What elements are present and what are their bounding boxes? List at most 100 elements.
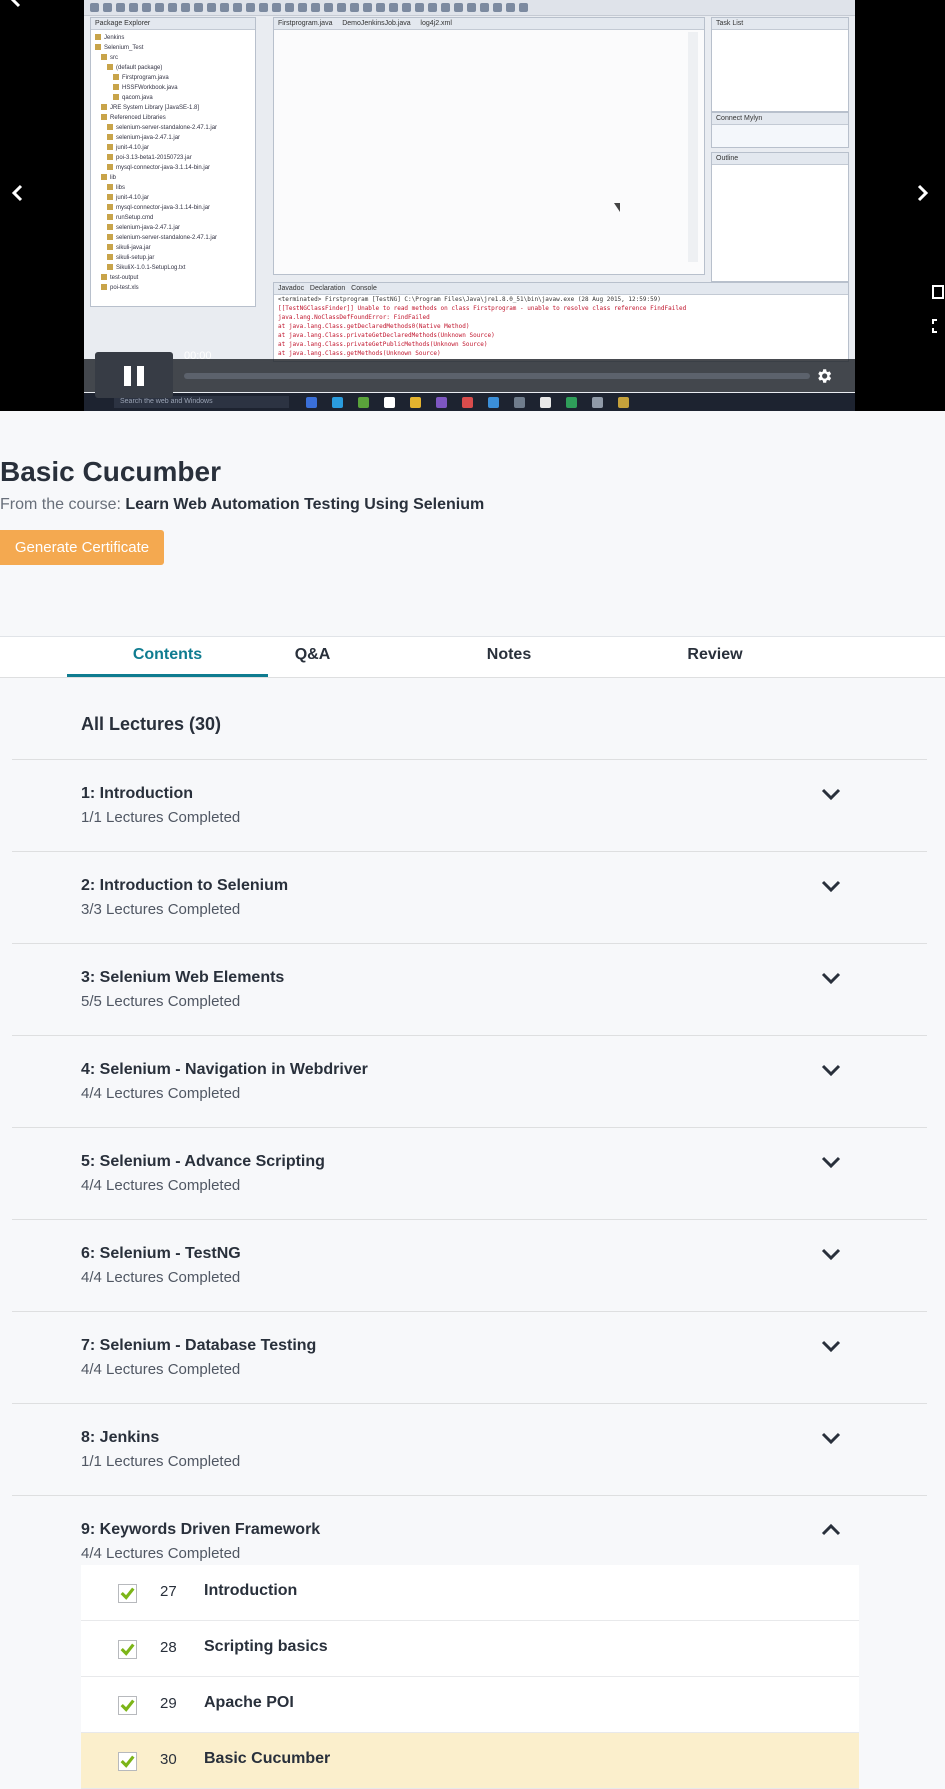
project-tree-item: (default package) (107, 64, 162, 72)
taskbar-app-icon (358, 397, 369, 408)
project-tree-label: libs (116, 185, 126, 191)
completed-checkbox[interactable] (118, 1640, 137, 1659)
section-progress: 4/4 Lectures Completed (81, 1269, 241, 1286)
tab-qa[interactable]: Q&A (268, 637, 357, 677)
tab-notes[interactable]: Notes (457, 637, 561, 677)
video-player[interactable]: Package Explorer Jenkins Selenium_Test src… (0, 0, 945, 411)
section-item[interactable]: 5: Selenium - Advance Scripting 4/4 Lect… (12, 1127, 927, 1219)
lecture-title: Scripting basics (204, 1638, 328, 1655)
toolbar-icon (259, 3, 268, 12)
chevron-down-icon[interactable] (820, 1246, 842, 1262)
section-item[interactable]: 8: Jenkins 1/1 Lectures Completed (12, 1403, 927, 1495)
toolbar-icon (181, 3, 190, 12)
previous-lecture-arrow-icon[interactable] (8, 182, 28, 204)
toolbar-icon (467, 3, 476, 12)
file-icon (107, 234, 113, 240)
section-item[interactable]: 7: Selenium - Database Testing 4/4 Lectu… (12, 1311, 927, 1403)
back-arrow-icon[interactable] (6, 0, 26, 8)
chevron-up-icon[interactable] (820, 1522, 842, 1538)
project-tree-item: poi-3.13-beta1-20150723.jar (107, 154, 192, 162)
console-line: at java.lang.Class.privateGetDeclaredMet… (278, 332, 495, 339)
chevron-down-icon[interactable] (820, 1062, 842, 1078)
package-explorer-panel: Package Explorer Jenkins Selenium_Test src… (90, 17, 256, 307)
section-item[interactable]: 6: Selenium - TestNG 4/4 Lectures Comple… (12, 1219, 927, 1311)
toolbar-icon (298, 3, 307, 12)
file-icon (107, 154, 113, 160)
checkmark-icon (120, 1755, 135, 1768)
chevron-down-icon[interactable] (820, 786, 842, 802)
chevron-down-icon[interactable] (820, 970, 842, 986)
toolbar-icon (285, 3, 294, 12)
section-title: 2: Introduction to Selenium (81, 877, 289, 894)
settings-gear-icon[interactable] (815, 367, 833, 385)
section-title: 7: Selenium - Database Testing (81, 1337, 317, 1354)
file-icon (101, 54, 107, 60)
lecture-item[interactable]: 27 Introduction (81, 1565, 859, 1621)
editor-panel: Firstprogram.java DemoJenkinsJob.java lo… (273, 17, 705, 275)
console-output: <terminated> Firstprogram [TestNG] C:\Pr… (274, 295, 848, 358)
lecture-item[interactable]: 29 Apache POI (81, 1677, 859, 1733)
section-item[interactable]: 3: Selenium Web Elements 5/5 Lectures Co… (12, 943, 927, 1035)
next-lecture-arrow-icon[interactable] (912, 182, 932, 204)
lecture-item[interactable]: 28 Scripting basics (81, 1621, 859, 1677)
taskbar-app-icon (306, 397, 317, 408)
file-icon (107, 194, 113, 200)
windows-taskbar: Search the web and Windows (84, 393, 855, 411)
project-tree-item: Firstprogram.java (113, 74, 169, 82)
project-tree-item: Selenium_Test (95, 44, 143, 52)
transcript-icon[interactable] (930, 282, 945, 302)
chevron-down-icon[interactable] (820, 1338, 842, 1354)
pause-icon (124, 366, 131, 386)
project-tree: Jenkins Selenium_Test src (default package)… (91, 30, 255, 306)
project-tree-label: qacom.java (122, 95, 153, 101)
taskbar-app-icon (410, 397, 421, 408)
generate-certificate-button[interactable]: Generate Certificate (0, 530, 164, 565)
section-item[interactable]: 1: Introduction 1/1 Lectures Completed (12, 759, 927, 851)
completed-checkbox[interactable] (118, 1584, 137, 1603)
file-icon (95, 44, 101, 50)
course-name-link[interactable]: Learn Web Automation Testing Using Selen… (125, 496, 484, 513)
mylyn-panel: Connect Mylyn (711, 112, 849, 148)
project-tree-label: selenium-java-2.47.1.jar (116, 225, 181, 231)
fullscreen-icon[interactable] (930, 316, 945, 336)
file-icon (107, 64, 113, 70)
tab-contents[interactable]: Contents (67, 637, 268, 677)
mylyn-tab: Connect Mylyn (712, 113, 848, 125)
section-list: 1: Introduction 1/1 Lectures Completed 2… (12, 759, 927, 1567)
section-title: 1: Introduction (81, 785, 193, 802)
completed-checkbox[interactable] (118, 1696, 137, 1715)
project-tree-label: selenium-server-standalone-2.47.1.jar (116, 125, 218, 131)
section-item[interactable]: 4: Selenium - Navigation in Webdriver 4/… (12, 1035, 927, 1127)
section-item-open[interactable]: 9: Keywords Driven Framework 4/4 Lecture… (12, 1495, 927, 1567)
chevron-down-icon[interactable] (820, 1154, 842, 1170)
project-tree-item: selenium-java-2.47.1.jar (107, 134, 180, 142)
section-item[interactable]: 2: Introduction to Selenium 3/3 Lectures… (12, 851, 927, 943)
toolbar-icon (168, 3, 177, 12)
section-progress: 4/4 Lectures Completed (81, 1361, 241, 1378)
progress-bar[interactable] (184, 373, 810, 379)
lecture-title: Basic Cucumber (0, 456, 221, 487)
toolbar-icon (311, 3, 320, 12)
project-tree-item: test-output (101, 274, 138, 282)
chevron-down-icon[interactable] (820, 878, 842, 894)
project-tree-label: Referenced Libraries (110, 115, 166, 121)
file-icon (107, 214, 113, 220)
project-tree-label: (default package) (116, 65, 163, 71)
tab-review[interactable]: Review (661, 637, 769, 677)
project-tree-label: lib (110, 175, 117, 181)
chevron-down-icon[interactable] (820, 1430, 842, 1446)
project-tree-label: mysql-connector-java-3.1.14-bin.jar (116, 165, 211, 171)
pause-button[interactable] (95, 352, 173, 398)
editor-tab-demojenkins: DemoJenkinsJob.java (342, 20, 411, 27)
project-tree-label: poi-3.13-beta1-20150723.jar (116, 155, 192, 161)
lecture-title: Basic Cucumber (204, 1750, 331, 1767)
time-display: 00:00 (184, 350, 212, 362)
taskbar-app-icon (384, 397, 395, 408)
completed-checkbox[interactable] (118, 1752, 137, 1771)
section-progress: 4/4 Lectures Completed (81, 1177, 241, 1194)
project-tree-item: sikuli-java.jar (107, 244, 151, 252)
editor-tab-firstprogram: Firstprogram.java (278, 20, 333, 27)
project-tree-item: selenium-server-standalone-2.47.1.jar (107, 124, 217, 132)
project-tree-label: Jenkins (104, 35, 125, 41)
console-line: <terminated> Firstprogram [TestNG] C:\Pr… (278, 296, 661, 303)
